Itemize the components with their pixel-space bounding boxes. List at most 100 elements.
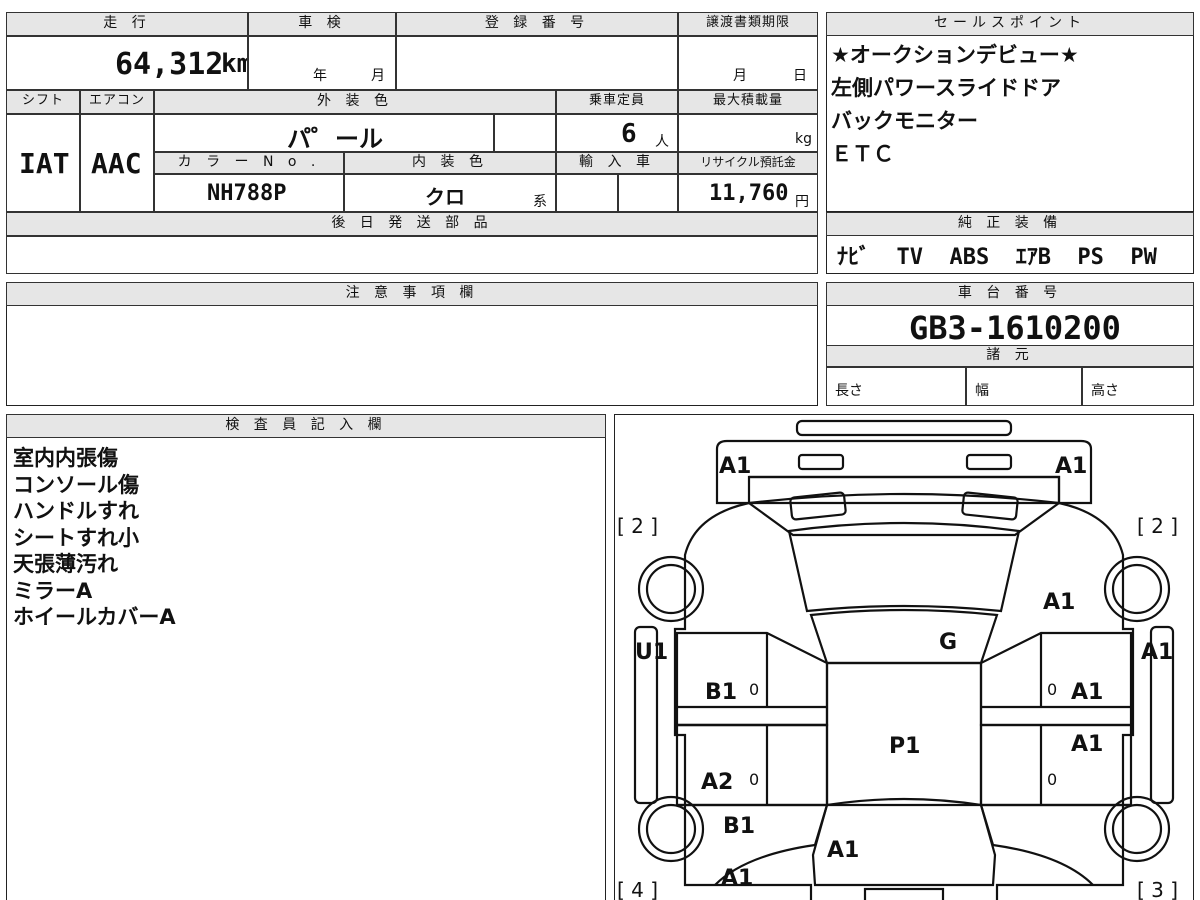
inspector-note: 天張薄汚れ (13, 552, 118, 576)
interior-color-value: クロ (425, 185, 465, 209)
inspector-note: ハンドルすれ (13, 499, 139, 523)
mark-door-right-rear: A1 (1071, 732, 1103, 757)
genuine-equipment-value: ﾅﾋﾞ TV ABS ｴｱB PS PW (837, 245, 1157, 270)
capacity-cell: 6 人 (556, 114, 678, 152)
inspector-note: コンソール傷 (13, 472, 139, 497)
import-header: 輸 入 車 (556, 152, 678, 174)
wheel-rear-left (637, 795, 705, 863)
spec-height-label: 高さ (1091, 383, 1119, 399)
exterior-color-cell: パ゜ール (154, 114, 494, 152)
transfer-month-label: 月 (733, 68, 747, 84)
genuine-equipment-header: 純 正 装 備 (826, 212, 1194, 236)
car-diagram: A1 A1 A1 G U1 A1 B1 A1 A1 P1 A2 B1 A1 A1… (617, 419, 1178, 900)
inspector-box: 検 査 員 記 入 欄 室内内張傷 コンソール傷 ハンドルすれ シートすれ小 天… (6, 414, 606, 900)
later-parts-cell (6, 236, 818, 274)
mark-side-right: A1 (1141, 640, 1173, 665)
door-right-front (979, 631, 1133, 727)
capacity-header: 乗車定員 (556, 90, 678, 114)
headlight-right (965, 453, 1013, 471)
windshield (787, 521, 1021, 613)
mark-door-left-rear: A2 (701, 770, 733, 795)
bracket-rear-left: [ 4 ] (617, 878, 658, 900)
mark-front-right: A1 (1055, 454, 1087, 479)
wheel-front-left (637, 555, 705, 623)
mark-roof: P1 (889, 734, 920, 759)
transfer-day-label: 日 (793, 68, 807, 84)
damage-diagram-box: A1 A1 A1 G U1 A1 B1 A1 A1 P1 A2 B1 A1 A1… (614, 414, 1194, 900)
genuine-equipment-box: 純 正 装 備 ﾅﾋﾞ TV ABS ｴｱB PS PW (826, 212, 1194, 274)
max-load-cell: kg (678, 114, 818, 152)
headlight-left (797, 453, 845, 471)
aircon-header: エアコン (80, 90, 154, 114)
shift-cell: IAT (6, 114, 80, 212)
max-load-header: 最大積載量 (678, 90, 818, 114)
aircon-cell: AAC (80, 114, 154, 212)
sales-point-item: 左側パワースライドドア (831, 76, 1061, 100)
mileage-header: 走 行 (6, 12, 248, 36)
recycle-unit: 円 (795, 194, 809, 210)
color-no-header: カ ラ ー N o . (154, 152, 344, 174)
door-left-front (675, 631, 829, 727)
sales-points-header: セールスポイント (826, 12, 1194, 36)
chassis-value: GB3-1610200 (909, 309, 1121, 347)
chassis-header: 車 台 番 号 (826, 282, 1194, 306)
registration-cell (396, 36, 678, 90)
recycle-value: 11,760 (709, 181, 789, 206)
color-no-value: NH788P (207, 181, 287, 206)
spec-height-cell: 高さ (1082, 367, 1194, 406)
mark-door-right-front: A1 (1071, 680, 1103, 705)
cowl (809, 608, 999, 665)
zero-right-rear: 0 (1047, 770, 1057, 789)
inspection-header: 車 検 (248, 12, 396, 36)
sales-points-box: セールスポイント ★オークションデビュー★ 左側パワースライドドア バックモニタ… (826, 12, 1194, 212)
inspector-note: ホイールカバーA (13, 605, 176, 629)
wheel-rear-left-inner (645, 803, 697, 855)
transfer-deadline-header: 譲渡書類期限 (678, 12, 818, 36)
spec-length-cell: 長さ (826, 367, 966, 406)
interior-color-cell: クロ 系 (344, 174, 556, 212)
shift-header: シフト (6, 90, 80, 114)
mark-front-left: A1 (719, 454, 751, 479)
mark-rear-glass: A1 (827, 838, 859, 863)
specs-header: 諸 元 (826, 345, 1194, 367)
spec-width-label: 幅 (975, 383, 989, 399)
inspection-year-label: 年 (313, 68, 327, 84)
sales-point-item: ★オークションデビュー★ (831, 43, 1079, 67)
mileage-unit: km (221, 49, 247, 79)
later-parts-header: 後 日 発 送 部 品 (6, 212, 818, 236)
mark-windshield: G (939, 630, 957, 655)
sales-point-item: ＥＴＣ (831, 142, 894, 166)
door-right-rear (979, 723, 1133, 807)
color-no-cell: NH788P (154, 174, 344, 212)
zero-right-front: 0 (1047, 680, 1057, 699)
max-load-unit: kg (795, 131, 812, 147)
spec-width-cell: 幅 (966, 367, 1082, 406)
wheel-front-right-inner (1111, 563, 1163, 615)
exterior-color-header: 外 装 色 (154, 90, 556, 114)
recycle-header: リサイクル預託金 (678, 152, 818, 174)
wheel-front-right (1103, 555, 1171, 623)
caution-box: 注 意 事 項 欄 (6, 282, 818, 406)
aircon-value: AAC (91, 147, 142, 180)
zero-left-rear: 0 (749, 770, 759, 789)
wheel-rear-right-inner (1111, 803, 1163, 855)
inspector-note: シートすれ小 (13, 525, 139, 550)
inspector-note: ミラーA (13, 578, 93, 603)
front-bumper-bar (795, 419, 1013, 437)
inspector-note: 室内内張傷 (13, 446, 118, 470)
transfer-deadline-cell: 月 日 (678, 36, 818, 90)
mark-rear-left: A1 (721, 866, 753, 891)
mark-fender-right: A1 (1043, 590, 1075, 615)
capacity-unit: 人 (655, 134, 669, 150)
interior-color-header: 内 装 色 (344, 152, 556, 174)
wheel-front-left-inner (645, 563, 697, 615)
inspection-cell: 年 月 (248, 36, 396, 90)
caution-header: 注 意 事 項 欄 (6, 282, 818, 306)
mileage-cell: 64,312 km (6, 36, 248, 90)
mark-quarter-left: B1 (723, 814, 755, 839)
rear-bumper (715, 883, 1093, 900)
capacity-value: 6 (621, 119, 637, 149)
hood-panel (746, 492, 1062, 537)
door-left-rear (675, 723, 829, 807)
wheel-rear-right (1103, 795, 1171, 863)
